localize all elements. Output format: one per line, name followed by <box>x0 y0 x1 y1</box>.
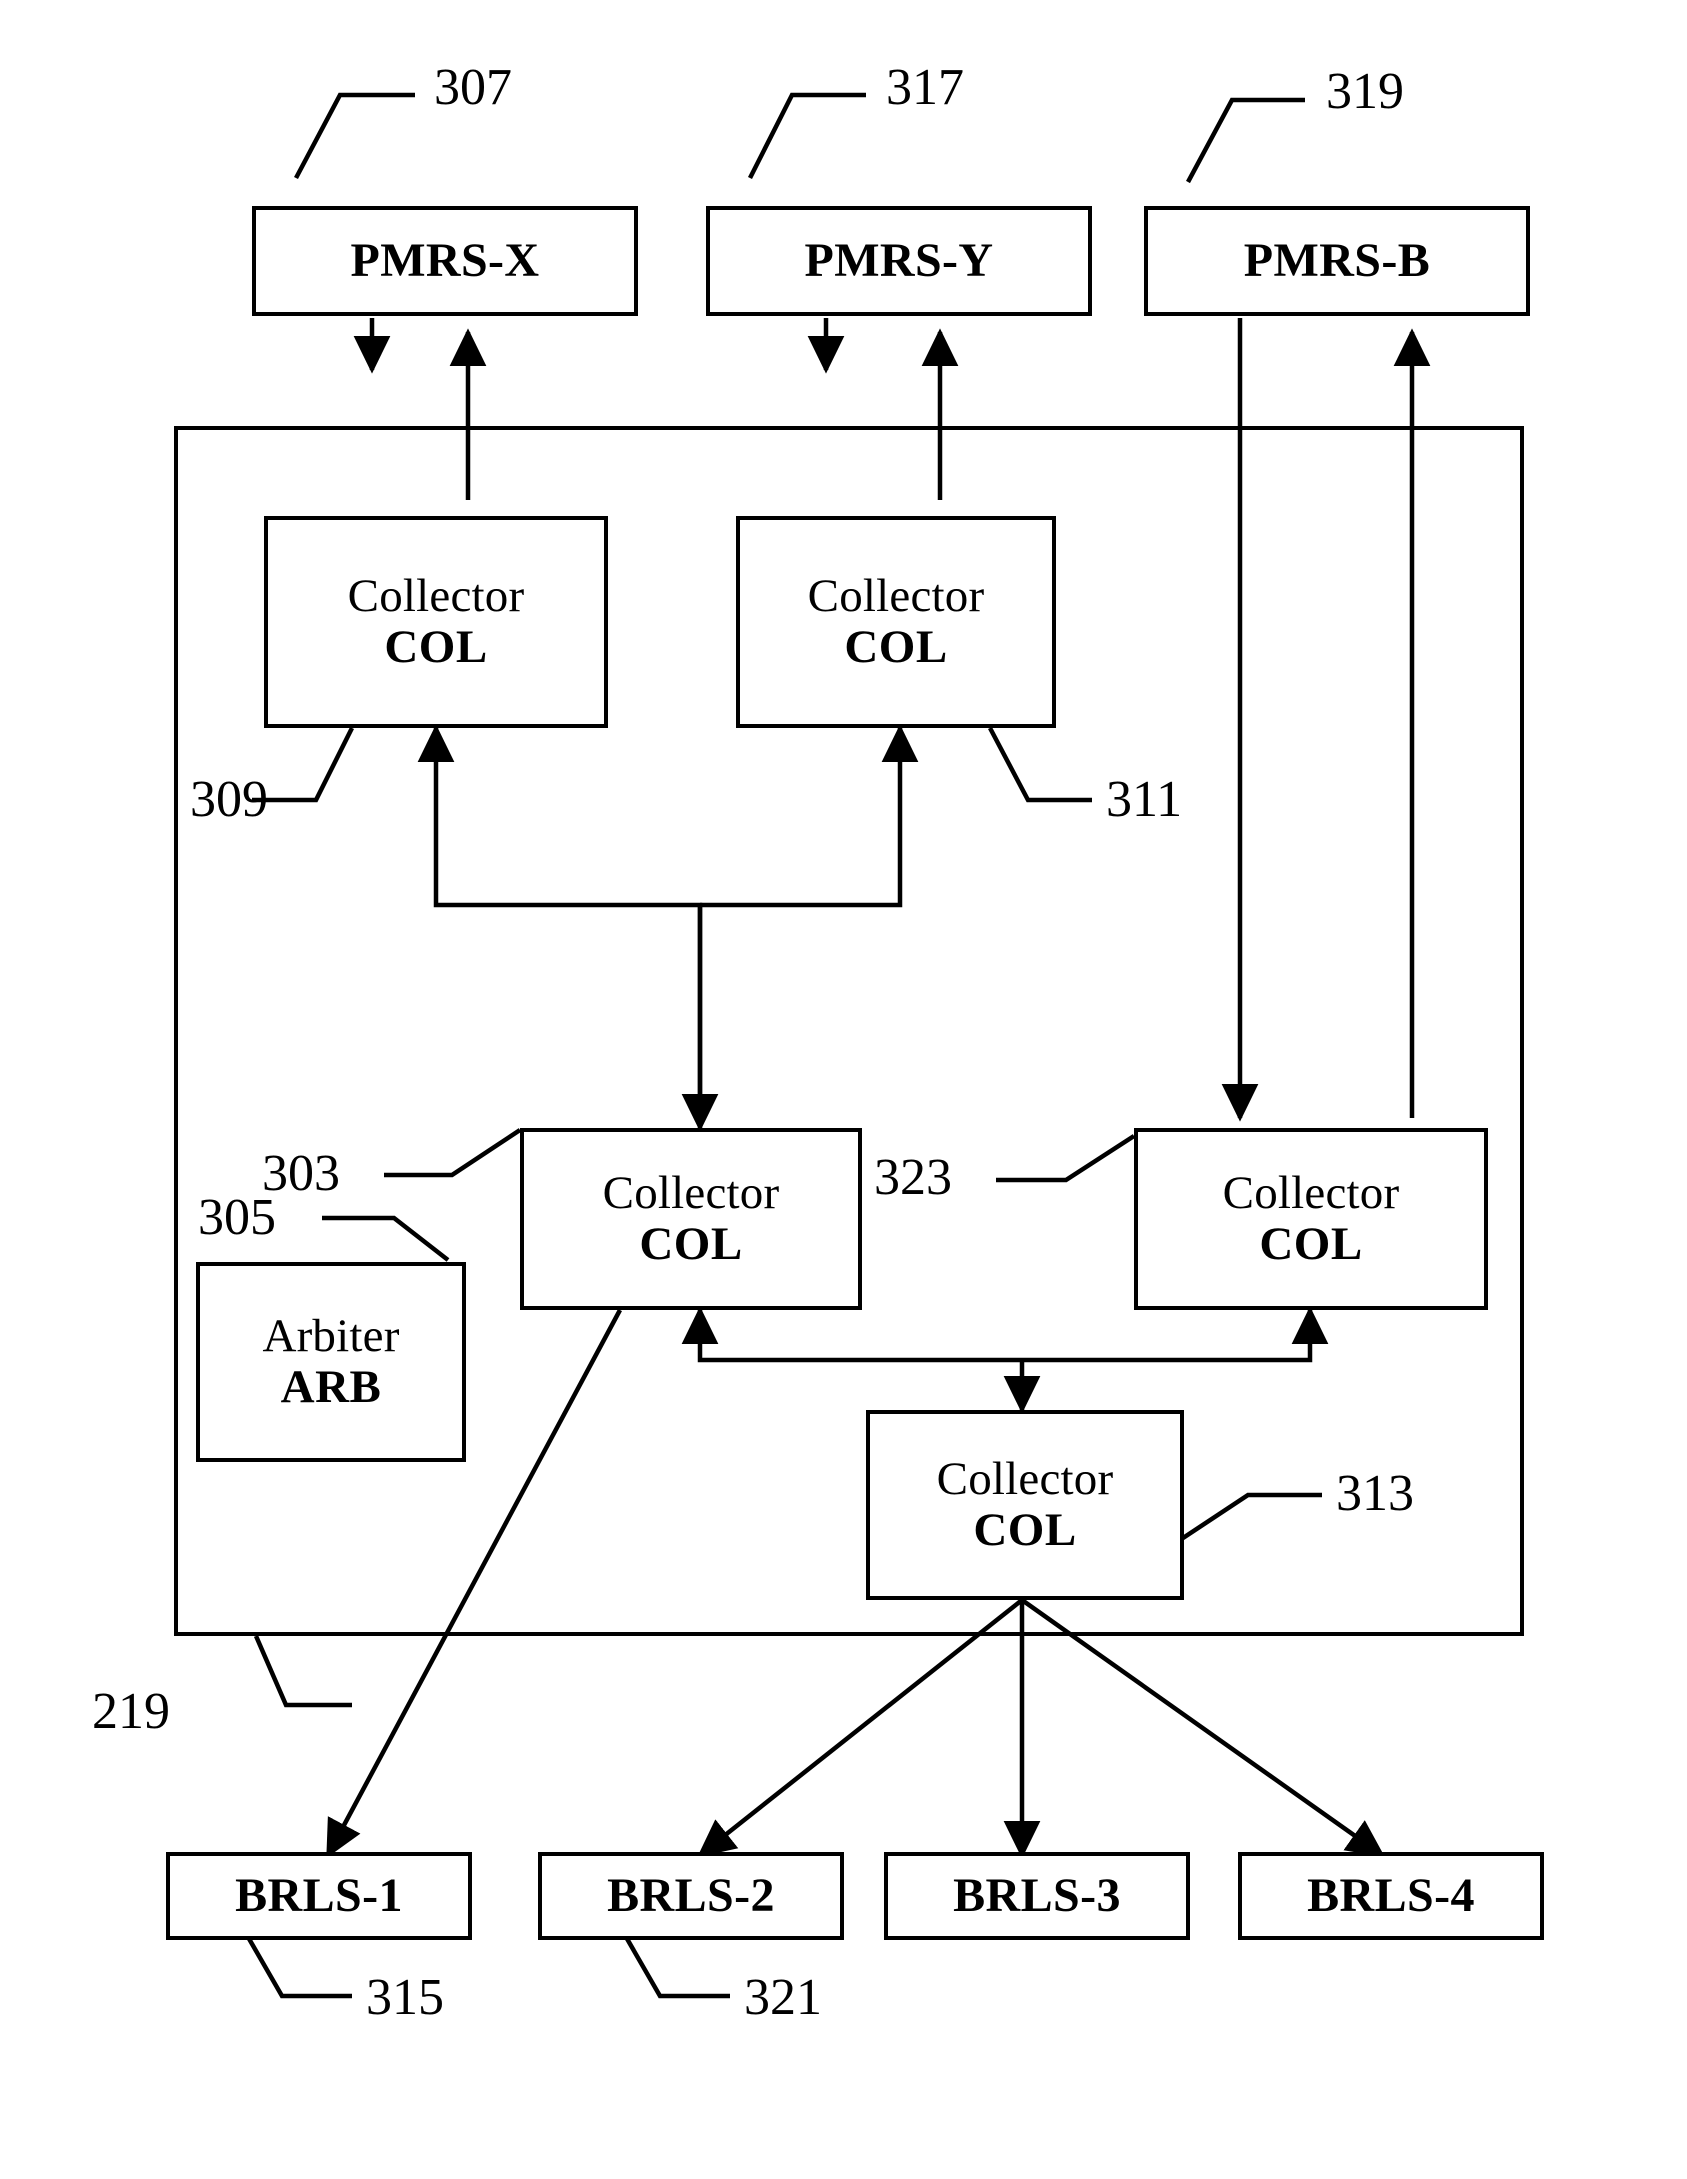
node-collector-303[interactable]: Collector COL <box>520 1128 862 1310</box>
node-collector-323[interactable]: Collector COL <box>1134 1128 1488 1310</box>
node-collector-309[interactable]: Collector COL <box>264 516 608 728</box>
node-pmrs-x[interactable]: PMRS-X <box>252 206 638 316</box>
ref-numeral-309: 309 <box>190 771 268 828</box>
arrow-col313-to-brls4 <box>1020 1598 1385 1858</box>
node-pmrs-b-label: PMRS-B <box>1243 234 1431 288</box>
ref-numeral-313: 313 <box>1336 1465 1414 1522</box>
ref-numeral-311: 311 <box>1106 771 1183 828</box>
node-brls-1-label: BRLS-1 <box>235 1869 403 1923</box>
leader-319 <box>1186 97 1305 184</box>
collector-313-title: Collector <box>936 1453 1114 1506</box>
collector-309-title: Collector <box>347 570 525 623</box>
leader-307 <box>294 92 415 180</box>
node-collector-311[interactable]: Collector COL <box>736 516 1056 728</box>
ref-numeral-307: 307 <box>434 59 512 116</box>
arrow-col313-to-brls2 <box>697 1598 1024 1858</box>
ref-numeral-323: 323 <box>874 1149 952 1206</box>
ref-numeral-315: 315 <box>366 1969 444 2026</box>
patent-figure: PMRS-X PMRS-Y PMRS-B Collector COL Colle… <box>0 0 1687 2179</box>
leader-219 <box>253 1635 352 1708</box>
collector-323-code: COL <box>1259 1218 1363 1270</box>
collector-303-code: COL <box>639 1218 743 1270</box>
node-brls-4[interactable]: BRLS-4 <box>1238 1852 1544 1940</box>
collector-323-title: Collector <box>1222 1167 1400 1220</box>
node-arbiter[interactable]: Arbiter ARB <box>196 1262 466 1462</box>
collector-311-code: COL <box>844 621 948 673</box>
node-brls-3-label: BRLS-3 <box>953 1869 1121 1923</box>
node-collector-313[interactable]: Collector COL <box>866 1410 1184 1600</box>
node-brls-2-label: BRLS-2 <box>607 1869 775 1923</box>
collector-313-code: COL <box>973 1504 1077 1556</box>
collector-309-code: COL <box>384 621 488 673</box>
ref-numeral-319: 319 <box>1326 63 1404 120</box>
arbiter-code: ARB <box>280 1361 382 1413</box>
leader-317 <box>747 92 866 180</box>
node-pmrs-y[interactable]: PMRS-Y <box>706 206 1092 316</box>
ref-numeral-305: 305 <box>198 1189 276 1246</box>
node-brls-3[interactable]: BRLS-3 <box>884 1852 1190 1940</box>
node-pmrs-y-label: PMRS-Y <box>804 234 994 288</box>
collector-311-title: Collector <box>807 570 985 623</box>
ref-numeral-219: 219 <box>92 1683 170 1740</box>
ref-numeral-321: 321 <box>744 1969 822 2026</box>
node-brls-2[interactable]: BRLS-2 <box>538 1852 844 1940</box>
collector-303-title: Collector <box>602 1167 780 1220</box>
node-brls-1[interactable]: BRLS-1 <box>166 1852 472 1940</box>
arbiter-title: Arbiter <box>262 1310 400 1363</box>
node-brls-4-label: BRLS-4 <box>1307 1869 1475 1923</box>
ref-numeral-317: 317 <box>886 59 964 116</box>
node-pmrs-x-label: PMRS-X <box>350 234 540 288</box>
node-pmrs-b[interactable]: PMRS-B <box>1144 206 1530 316</box>
